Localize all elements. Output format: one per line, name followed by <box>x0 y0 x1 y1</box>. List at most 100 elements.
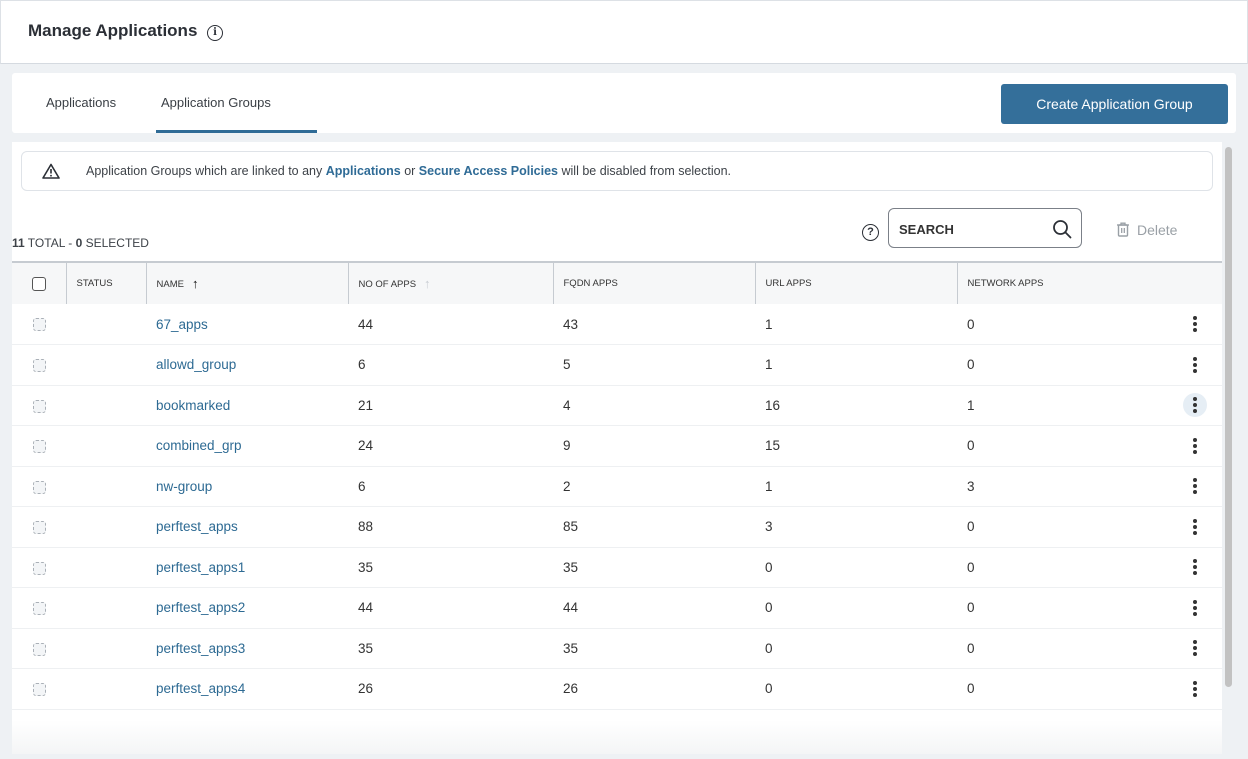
more-options-icon[interactable] <box>1183 636 1207 660</box>
column-header-network-apps: NETWORK APPS <box>956 262 1167 304</box>
group-name-link[interactable]: 67_apps <box>156 317 208 332</box>
help-icon[interactable]: ? <box>862 224 879 241</box>
info-icon[interactable]: i <box>207 25 223 41</box>
table-header-row: STATUS NAME ↑ NO OF APPS ↑ FQDN APPS URL A… <box>12 262 1222 304</box>
row-checkbox[interactable] <box>32 440 46 454</box>
row-select-cell[interactable] <box>12 507 66 548</box>
network-apps-cell: 0 <box>967 681 975 697</box>
column-header-status: STATUS <box>65 262 146 304</box>
tab-application-groups[interactable]: Application Groups <box>161 95 271 110</box>
group-name-link[interactable]: perftest_apps2 <box>156 600 245 615</box>
row-checkbox[interactable] <box>32 683 46 697</box>
more-options-icon[interactable] <box>1182 393 1207 418</box>
group-name-link[interactable]: perftest_apps1 <box>156 560 245 575</box>
no-of-apps-cell: 24 <box>358 438 374 454</box>
row-checkbox[interactable] <box>32 602 46 616</box>
vertical-scrollbar[interactable] <box>1222 142 1236 754</box>
no-of-apps-header-label: NO OF APPS <box>358 279 417 290</box>
page-title: Manage Applications <box>28 21 198 40</box>
more-options-icon[interactable] <box>1183 555 1207 579</box>
row-select-cell[interactable] <box>12 588 66 629</box>
group-name-link[interactable]: allowd_group <box>156 357 236 372</box>
secure-access-policies-link[interactable]: Secure Access Policies <box>419 164 558 178</box>
column-header-fqdn-apps: FQDN APPS <box>552 262 755 304</box>
network-apps-cell: 0 <box>967 438 975 454</box>
no-of-apps-cell: 35 <box>358 640 374 656</box>
alert-text-suffix: will be disabled from selection. <box>558 164 732 178</box>
more-options-icon[interactable] <box>1183 434 1207 458</box>
sort-icon[interactable]: ↑ <box>424 276 431 291</box>
name-cell: bookmarked <box>146 385 348 426</box>
more-options-icon[interactable] <box>1183 515 1207 539</box>
row-checkbox[interactable] <box>32 480 46 494</box>
name-cell: allowd_group <box>146 345 348 386</box>
more-options-icon[interactable] <box>1183 677 1207 701</box>
more-options-icon[interactable] <box>1183 596 1207 620</box>
fqdn-apps-cell: 26 <box>563 681 579 697</box>
row-select-cell[interactable] <box>12 547 66 588</box>
name-cell: perftest_apps <box>146 507 348 548</box>
row-select-cell[interactable] <box>12 385 66 426</box>
group-name-link[interactable]: perftest_apps <box>156 519 238 534</box>
actions-cell <box>1167 304 1222 345</box>
row-select-cell[interactable] <box>12 426 66 467</box>
alert-message: Application Groups which are linked to a… <box>86 164 731 178</box>
actions-cell <box>1167 507 1222 548</box>
no-of-apps-cell: 44 <box>358 600 374 616</box>
more-options-icon[interactable] <box>1183 312 1207 336</box>
row-checkbox[interactable] <box>32 318 46 332</box>
actions-cell <box>1167 547 1222 588</box>
network-apps-cell: 1 <box>967 397 975 413</box>
search-icon[interactable] <box>1052 219 1072 239</box>
row-checkbox[interactable] <box>32 642 46 656</box>
select-all-checkbox[interactable] <box>31 276 46 291</box>
column-header-no-of-apps[interactable]: NO OF APPS ↑ <box>347 262 553 304</box>
group-name-link[interactable]: combined_grp <box>156 438 242 453</box>
alert-text-middle: or <box>400 164 419 178</box>
row-checkbox[interactable] <box>32 359 46 373</box>
row-checkbox[interactable] <box>32 399 46 413</box>
actions-cell <box>1167 628 1222 669</box>
total-label: TOTAL - <box>24 236 76 250</box>
group-name-link[interactable]: nw-group <box>156 479 212 494</box>
status-cell <box>66 304 146 345</box>
sort-ascending-icon[interactable]: ↑ <box>192 276 199 291</box>
column-header-name[interactable]: NAME ↑ <box>145 262 348 304</box>
table-row: bookmarked 21 4 16 1 <box>12 385 1222 426</box>
url-apps-cell: 0 <box>765 640 773 656</box>
info-alert: Application Groups which are linked to a… <box>21 151 1213 191</box>
actions-cell <box>1167 345 1222 386</box>
row-select-cell[interactable] <box>12 466 66 507</box>
delete-button[interactable]: Delete <box>1116 222 1177 238</box>
group-name-link[interactable]: perftest_apps3 <box>156 641 245 656</box>
row-checkbox[interactable] <box>32 521 46 535</box>
table-row: nw-group 6 2 1 3 <box>12 466 1222 507</box>
network-apps-cell: 0 <box>967 559 975 575</box>
status-cell <box>66 507 146 548</box>
column-header-url-apps: URL APPS <box>754 262 957 304</box>
search-box <box>888 208 1082 248</box>
url-apps-header-label: URL APPS <box>765 278 812 289</box>
row-select-cell[interactable] <box>12 669 66 710</box>
tab-applications[interactable]: Applications <box>46 95 116 110</box>
row-checkbox[interactable] <box>32 561 46 575</box>
selection-summary: 11 TOTAL - 0 SELECTED <box>12 236 149 250</box>
scrollbar-thumb[interactable] <box>1225 147 1232 687</box>
more-options-icon[interactable] <box>1183 474 1207 498</box>
applications-link[interactable]: Applications <box>326 164 401 178</box>
row-select-cell[interactable] <box>12 345 66 386</box>
url-apps-cell: 15 <box>765 438 781 454</box>
group-name-link[interactable]: bookmarked <box>156 398 230 413</box>
fqdn-apps-cell: 5 <box>563 357 571 373</box>
row-select-cell[interactable] <box>12 304 66 345</box>
header-select-all[interactable] <box>12 262 66 304</box>
url-apps-cell: 1 <box>765 357 773 373</box>
group-name-link[interactable]: perftest_apps4 <box>156 681 245 696</box>
create-application-group-button[interactable]: Create Application Group <box>1001 84 1228 124</box>
more-options-icon[interactable] <box>1183 353 1207 377</box>
search-input[interactable] <box>899 219 1039 239</box>
row-select-cell[interactable] <box>12 628 66 669</box>
table-row: allowd_group 6 5 1 0 <box>12 345 1222 386</box>
delete-label: Delete <box>1137 222 1178 238</box>
url-apps-cell: 1 <box>765 478 773 494</box>
